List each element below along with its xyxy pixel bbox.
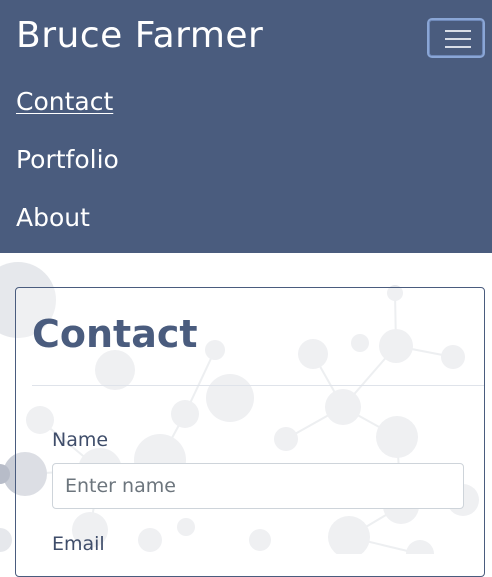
nav-link-contact[interactable]: Contact [16, 86, 113, 118]
navbar-toggler-button[interactable] [427, 18, 485, 58]
name-input[interactable] [52, 463, 464, 509]
nav-link-about[interactable]: About [16, 202, 90, 234]
name-field-label: Name [52, 429, 109, 451]
contact-card: Contact Name Email [15, 287, 485, 577]
card-divider [32, 385, 484, 386]
navbar-brand[interactable]: Bruce Farmer [16, 12, 263, 60]
navbar: Bruce Farmer Contact Portfolio About [0, 0, 492, 253]
email-field-label: Email [52, 533, 105, 555]
nav-link-portfolio[interactable]: Portfolio [16, 144, 119, 176]
contact-card-title: Contact [32, 312, 198, 356]
